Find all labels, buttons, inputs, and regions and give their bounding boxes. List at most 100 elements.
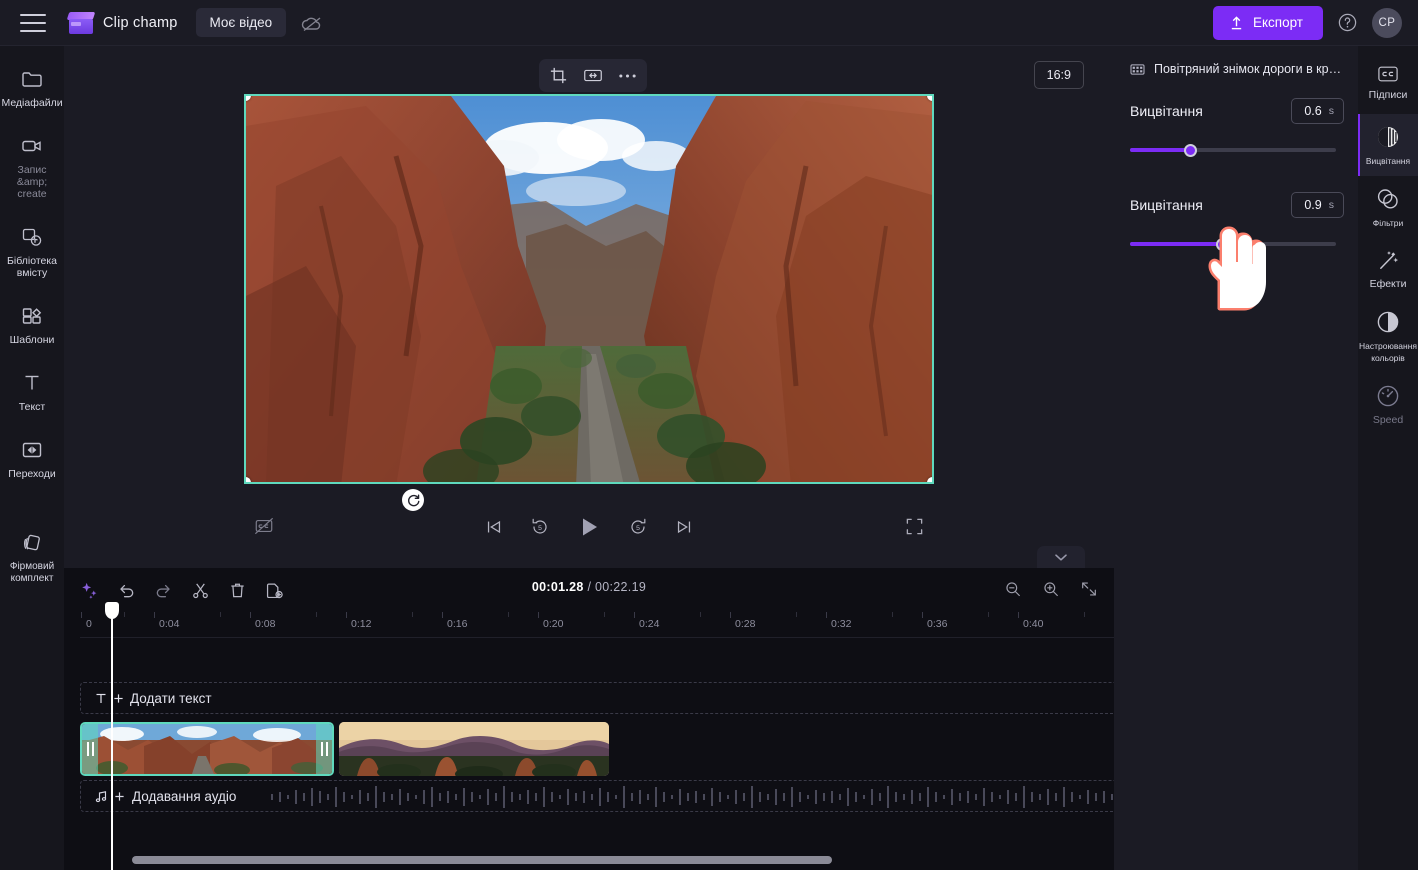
sidebar-item-transitions[interactable]: Переходи (0, 429, 64, 488)
slider-fill (1130, 242, 1223, 246)
fit-to-screen-icon[interactable] (1080, 580, 1098, 598)
fade-out-label: Вицвітання (1130, 197, 1203, 213)
timeline-horizontal-scrollbar[interactable] (72, 856, 1106, 864)
timeline-ruler[interactable]: 0 0:04 0:08 0:12 0:16 0:20 0:24 0:28 0:3… (80, 612, 1114, 638)
preview-stage[interactable] (244, 94, 934, 484)
time-separator: / (587, 580, 592, 594)
playhead-knob[interactable] (105, 602, 119, 619)
music-note-icon (95, 790, 107, 803)
zoom-in-icon[interactable] (1042, 580, 1060, 598)
fade-in-value-input[interactable]: 0.6 s (1291, 98, 1344, 124)
right-rail-item-filters[interactable]: Фільтри (1358, 176, 1418, 238)
table-row[interactable] (339, 722, 609, 776)
scrollbar-thumb[interactable] (132, 856, 832, 864)
transitions-icon (20, 438, 44, 462)
project-name-chip[interactable]: Моє відео (195, 8, 287, 37)
content-library-icon (20, 225, 44, 249)
right-rail-item-fade[interactable]: Вицвітання (1358, 114, 1418, 176)
folder-icon (20, 67, 44, 91)
text-icon (20, 371, 44, 395)
effects-wand-icon (1376, 248, 1401, 273)
timeline-toolbar: 00:01.28 / 00:22.19 (64, 568, 1114, 612)
fade-in-unit: s (1328, 105, 1334, 117)
templates-icon (20, 304, 44, 328)
skip-to-start-icon[interactable] (484, 517, 504, 537)
svg-text:5: 5 (636, 525, 640, 532)
sidebar-item-content-library[interactable]: Бібліотека вмісту (0, 216, 64, 287)
playhead[interactable] (105, 602, 119, 870)
sidebar-item-templates[interactable]: Шаблони (0, 295, 64, 354)
rewind-5s-icon[interactable]: 5 (530, 517, 550, 537)
fit-resize-icon[interactable] (582, 66, 604, 85)
sidebar-item-text[interactable]: Текст (0, 362, 64, 421)
right-rail-item-speedometer[interactable]: Speed (1358, 373, 1418, 435)
cloud-off-icon[interactable] (300, 11, 324, 35)
add-audio-track[interactable]: Додавання аудіо (80, 780, 1129, 812)
fade-icon (1375, 124, 1401, 150)
text-T-icon (95, 692, 107, 705)
canyon-road-image (246, 96, 932, 482)
skip-to-end-icon[interactable] (674, 517, 694, 537)
slider-thumb[interactable] (1184, 144, 1197, 157)
sidebar-item-brand-kit-label: Фірмовий комплект (9, 561, 55, 584)
sidebar-item-templates-label: Шаблони (9, 334, 55, 346)
hamburger-icon[interactable] (20, 13, 46, 32)
sidebar-item-record-create-label: Запис &amp; create (16, 164, 48, 200)
fade-in-value: 0.6 (1304, 104, 1322, 118)
forward-5s-icon[interactable]: 5 (628, 517, 648, 537)
play-icon[interactable] (576, 514, 602, 540)
right-rail-item-label: Настроювання кольорів (1359, 341, 1417, 363)
right-rail-item-cc-captions[interactable]: Підписи (1358, 54, 1418, 110)
fade-out-unit: s (1328, 199, 1334, 211)
sidebar-item-record-create[interactable]: Запис &amp; create (0, 125, 64, 208)
fade-out-value-input[interactable]: 0.9 s (1291, 192, 1344, 218)
aspect-ratio-button[interactable]: 16:9 (1033, 61, 1084, 89)
fade-in-slider[interactable] (1130, 142, 1344, 158)
timeline-tools-right (1004, 580, 1098, 598)
brand-logo-group[interactable]: Clip champ (66, 11, 178, 34)
timeline-collapse-button[interactable] (1037, 546, 1085, 568)
properties-header-title: Повітряний знімок дороги в красивих ... (1154, 62, 1344, 76)
video-clip-2-thumbnail (339, 722, 609, 776)
sidebar-item-media[interactable]: Медіафайли (0, 58, 64, 117)
right-rail-item-color-adjust[interactable]: Настроювання кольорів (1358, 299, 1418, 373)
ruler-tick: 0:12 (345, 612, 372, 630)
right-icon-rail: Підписи Вицвітання Фільтри Ефекти Настроюван… (1358, 46, 1418, 870)
resize-handle-bottom-right[interactable] (927, 477, 932, 482)
cc-captions-icon (1376, 64, 1400, 84)
rotate-button[interactable] (402, 489, 424, 511)
ruler-tick: 0:24 (633, 612, 660, 630)
help-circle-icon[interactable] (1337, 12, 1358, 33)
right-rail-item-label: Підписи (1368, 89, 1408, 101)
right-rail-item-effects-wand[interactable]: Ефекти (1358, 238, 1418, 299)
add-text-track[interactable]: Додати текст (80, 682, 1129, 714)
slider-thumb[interactable] (1216, 238, 1229, 251)
fade-out-slider[interactable] (1130, 236, 1344, 252)
sidebar-item-transitions-label: Переходи (8, 468, 56, 480)
video-preview-frame[interactable] (244, 94, 934, 484)
clip-trim-handle-left[interactable] (82, 724, 98, 774)
crop-icon[interactable] (549, 66, 568, 85)
ruler-tick: 0:32 (825, 612, 852, 630)
total-time: 00:22.19 (595, 580, 647, 594)
table-row[interactable] (80, 722, 334, 776)
more-options-icon[interactable] (618, 73, 637, 79)
sidebar-item-brand-kit[interactable]: Фірмовий комплект (0, 522, 64, 593)
timeline-time-display: 00:01.28 / 00:22.19 (64, 580, 1114, 594)
zoom-out-icon[interactable] (1004, 580, 1022, 598)
player-controls: 5 5 (64, 514, 1114, 540)
video-clip-1-thumbnail (82, 724, 332, 774)
fullscreen-icon[interactable] (905, 517, 924, 536)
export-button[interactable]: Експорт (1212, 5, 1323, 40)
sidebar-item-content-library-label: Бібліотека вмісту (6, 255, 58, 279)
upload-icon (1229, 15, 1244, 31)
fade-out-group: Вицвітання 0.9 s (1130, 192, 1344, 252)
sidebar-item-text-label: Текст (18, 401, 46, 413)
audio-waveform (271, 786, 1113, 808)
top-bar: Clip champ Моє відео Експорт CP (0, 0, 1418, 46)
clip-trim-handle-right[interactable] (316, 724, 332, 774)
sidebar-item-media-label: Медіафайли (1, 97, 63, 109)
ruler-tick: 0:20 (537, 612, 564, 630)
plus-icon (113, 693, 124, 704)
avatar[interactable]: CP (1372, 7, 1402, 38)
